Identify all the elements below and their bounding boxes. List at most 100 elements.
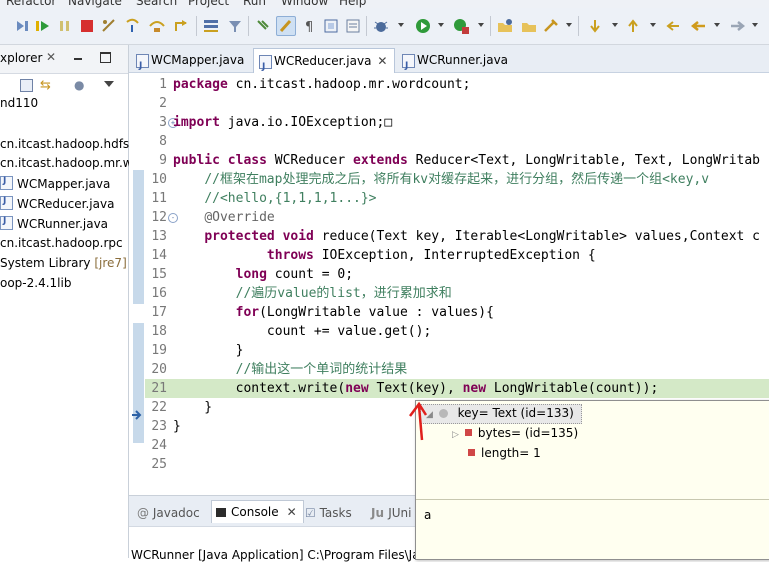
- tree-item-library[interactable]: System Library [jre7]: [0, 256, 127, 274]
- tree-item-package[interactable]: cn.itcast.hadoop.hdfs: [0, 137, 129, 155]
- step-over-icon[interactable]: [148, 17, 166, 35]
- code-token: Text(key),: [368, 381, 463, 396]
- chevron-down-icon[interactable]: [650, 23, 656, 27]
- search-icon[interactable]: [542, 17, 560, 35]
- tree-item-file[interactable]: WCMapper.java: [0, 176, 110, 194]
- tab-wcmapper[interactable]: WCMapper.java: [131, 48, 263, 78]
- code-line[interactable]: 8: [145, 132, 769, 151]
- explorer-tab-title[interactable]: xplorer: [0, 51, 42, 65]
- code-line[interactable]: 3 + import java.io.IOException;□: [145, 113, 769, 132]
- tab-wcrunner[interactable]: WCRunner.java: [397, 48, 535, 78]
- view-menu-icon[interactable]: ●: [74, 78, 84, 92]
- use-step-filters-icon[interactable]: [226, 17, 244, 35]
- chevron-down-icon[interactable]: [438, 23, 444, 27]
- chevron-right-icon[interactable]: ▷: [452, 430, 459, 440]
- tree-item-file[interactable]: WCReducer.java: [0, 196, 114, 214]
- open-type-icon[interactable]: [520, 17, 538, 35]
- back-icon[interactable]: [690, 17, 708, 35]
- menu-search[interactable]: Search: [136, 0, 177, 8]
- code-line[interactable]: 9 public class WCReducer extends Reducer<…: [145, 151, 769, 170]
- inspect-child[interactable]: length= 1: [468, 444, 541, 462]
- tab-tasks[interactable]: ☑ Tasks: [305, 502, 352, 524]
- highlight-toggle-icon[interactable]: [276, 16, 296, 36]
- code-line[interactable]: 15 long count = 0;: [145, 265, 769, 284]
- menu-help[interactable]: Help: [339, 0, 366, 8]
- console-icon: [216, 508, 226, 517]
- line-number: 1: [159, 77, 167, 92]
- step-into-icon[interactable]: [124, 17, 142, 35]
- chevron-down-icon[interactable]: [752, 23, 758, 27]
- inspect-child-label: bytes= (id=135): [477, 426, 579, 440]
- code-line[interactable]: 10 //框架在map处理完成之后，将所有kv对缓存起来，进行分组，然后传递一个…: [145, 170, 769, 189]
- code-token: for: [235, 305, 260, 320]
- code-token: @Override: [204, 210, 275, 225]
- code-line[interactable]: 11 //<hello,{1,1,1,1...}>: [145, 189, 769, 208]
- menu-window[interactable]: Window: [281, 0, 328, 8]
- line-number: 21: [151, 381, 167, 396]
- menu-refactor[interactable]: Refactor: [6, 0, 56, 8]
- suspend-icon[interactable]: [56, 17, 74, 35]
- block-selection-icon[interactable]: [322, 17, 340, 35]
- disconnect-icon[interactable]: [100, 17, 118, 35]
- chevron-down-icon[interactable]: [104, 81, 114, 87]
- toolbar: ¶: [0, 8, 769, 45]
- link-with-editor-icon[interactable]: ⇆: [40, 78, 51, 93]
- forward-icon[interactable]: [728, 17, 746, 35]
- resume-icon[interactable]: [34, 17, 52, 35]
- tab-wcreducer[interactable]: WCReducer.java ✕: [253, 48, 395, 79]
- step-return-icon[interactable]: [172, 17, 190, 35]
- terminate-icon[interactable]: [78, 17, 96, 35]
- menu-navigate[interactable]: Navigate: [68, 0, 122, 8]
- show-whitespace-icon[interactable]: ¶: [300, 17, 318, 35]
- tree-item-file[interactable]: WCRunner.java: [0, 216, 108, 234]
- close-icon[interactable]: ✕: [46, 50, 56, 64]
- tab-junit[interactable]: Ju JUni: [371, 502, 411, 524]
- menu-project[interactable]: Project: [188, 0, 229, 8]
- debug-icon[interactable]: [372, 17, 390, 35]
- code-line[interactable]: 2: [145, 94, 769, 113]
- code-line[interactable]: 19 }: [145, 341, 769, 360]
- code-line[interactable]: 16 //遍历value的list，进行累加求和: [145, 284, 769, 303]
- tree-item-project[interactable]: nd110: [0, 96, 38, 114]
- chevron-down-icon[interactable]: [714, 23, 720, 27]
- code-token: //框架在map处理完成之后，将所有kv对缓存起来，进行分组，然后传递一个组<k…: [204, 172, 710, 187]
- chevron-down-icon[interactable]: [566, 23, 572, 27]
- external-tools-icon[interactable]: [452, 17, 470, 35]
- previous-annotation-icon[interactable]: [624, 17, 642, 35]
- code-line[interactable]: 14 throws IOException, InterruptedExcept…: [145, 246, 769, 265]
- line-source: import java.io.IOException;□: [173, 113, 392, 132]
- code-line[interactable]: 17 for(LongWritable value : values){: [145, 303, 769, 322]
- skip-breakpoints-icon[interactable]: [14, 17, 32, 35]
- code-line[interactable]: 18 count += value.get();: [145, 322, 769, 341]
- maximize-icon[interactable]: [100, 52, 111, 63]
- code-line-current[interactable]: 21 context.write(new Text(key), new Long…: [145, 379, 769, 398]
- collapse-all-icon[interactable]: [20, 79, 33, 92]
- tree-item-package[interactable]: cn.itcast.hadoop.rpc: [0, 236, 123, 254]
- code-line[interactable]: 20 //输出这一个单词的统计结果: [145, 360, 769, 379]
- close-icon[interactable]: ✕: [287, 505, 297, 519]
- code-line[interactable]: 1 package cn.itcast.hadoop.mr.wordcount;: [145, 75, 769, 94]
- inspect-root[interactable]: ◢ key= Text (id=133): [426, 404, 574, 422]
- new-java-project-icon[interactable]: [496, 17, 514, 35]
- menu-run[interactable]: Run: [243, 0, 266, 8]
- tab-console[interactable]: Console ✕: [211, 500, 304, 523]
- chevron-down-icon[interactable]: [478, 23, 484, 27]
- run-icon[interactable]: [414, 17, 432, 35]
- pin-icon[interactable]: [254, 17, 272, 35]
- next-annotation-icon[interactable]: [586, 17, 604, 35]
- tree-item-library[interactable]: oop-2.4.1lib: [0, 276, 71, 294]
- inspect-child[interactable]: ▷ bytes= (id=135): [452, 424, 578, 442]
- code-line[interactable]: 13 protected void reduce(Text key, Itera…: [145, 227, 769, 246]
- chevron-down-icon[interactable]: [398, 23, 404, 27]
- last-edit-location-icon[interactable]: [664, 17, 682, 35]
- minimize-icon[interactable]: [74, 58, 82, 60]
- chevron-down-icon[interactable]: [612, 23, 618, 27]
- code-line[interactable]: 12- @Override: [145, 208, 769, 227]
- tree-item-label: nd110: [0, 96, 39, 110]
- tab-javadoc[interactable]: @ Javadoc: [137, 502, 200, 524]
- toggle-view-icon[interactable]: [344, 17, 362, 35]
- tree-item-package[interactable]: cn.itcast.hadoop.mr.w: [0, 156, 133, 174]
- drop-to-frame-icon[interactable]: [202, 17, 220, 35]
- close-icon[interactable]: ✕: [377, 54, 387, 68]
- code-token: cn.itcast.hadoop.mr.wordcount;: [227, 77, 471, 92]
